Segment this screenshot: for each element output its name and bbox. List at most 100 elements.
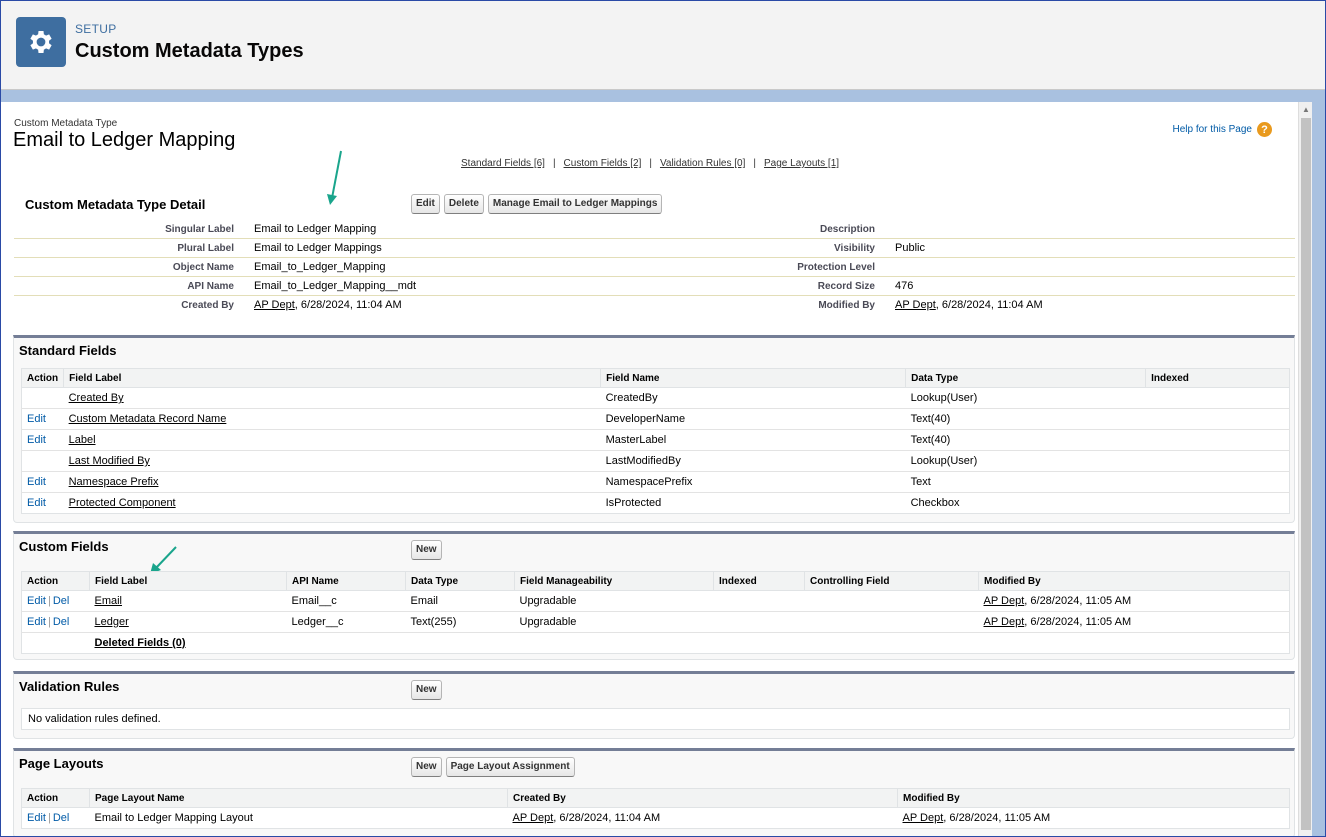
edit-link[interactable]: Edit — [27, 434, 46, 446]
detail-row: Object Name Email_to_Ledger_Mapping Prot… — [14, 258, 1295, 277]
table-row: Created By CreatedBy Lookup(User) — [21, 387, 1290, 409]
indexed-cell — [1145, 429, 1290, 451]
column-header: Data Type — [405, 571, 515, 591]
help-link[interactable]: Help for this Page ? — [1173, 122, 1272, 137]
delete-button[interactable]: Delete — [443, 194, 484, 214]
created-by-user-link[interactable]: AP Dept — [254, 299, 295, 311]
link-page-layouts[interactable]: Page Layouts [1] — [764, 158, 839, 169]
field-name-cell: CreatedBy — [600, 387, 906, 409]
deleted-fields-link[interactable]: Deleted Fields (0) — [95, 637, 186, 649]
edit-link[interactable]: Edit — [27, 616, 46, 628]
field-label-cell: Last Modified By — [63, 450, 601, 472]
table-header-row: Action Page Layout Name Created By Modif… — [21, 788, 1290, 808]
setup-label[interactable]: SETUP — [75, 22, 117, 36]
delete-link[interactable]: Del — [53, 812, 70, 824]
field-label-link[interactable]: Created By — [69, 392, 124, 404]
detail-row: API Name Email_to_Ledger_Mapping__mdt Re… — [14, 277, 1295, 296]
action-cell: Edit — [22, 493, 64, 514]
detail-row: Created By AP Dept, 6/28/2024, 11:04 AM … — [14, 296, 1295, 315]
field-label-link[interactable]: Protected Component — [69, 497, 176, 509]
indexed-cell — [1145, 471, 1290, 493]
created-by-cell: AP Dept, 6/28/2024, 11:04 AM — [508, 808, 898, 829]
modified-by-user-link[interactable]: AP Dept — [895, 299, 936, 311]
column-header: Action — [20, 368, 65, 388]
scroll-thumb[interactable] — [1301, 118, 1311, 830]
modified-by-user-link[interactable]: AP Dept — [903, 812, 944, 824]
table-row: Edit | Del Email Email__c Email Upgradable… — [21, 590, 1290, 612]
column-header: Indexed — [713, 571, 805, 591]
page-layouts-buttons: New Page Layout Assignment — [411, 757, 575, 777]
modified-date: , 6/28/2024, 11:05 AM — [943, 812, 1051, 824]
edit-link[interactable]: Edit — [27, 497, 46, 509]
created-by-date: , 6/28/2024, 11:04 AM — [294, 299, 402, 311]
link-custom-fields[interactable]: Custom Fields [2] — [564, 158, 642, 169]
indexed-cell — [1145, 387, 1290, 409]
detail-row: Singular Label Email to Ledger Mapping D… — [14, 220, 1295, 239]
column-header: Action — [21, 571, 90, 591]
help-label[interactable]: Help for this Page — [1173, 124, 1253, 135]
detail-value: Email_to_Ledger_Mapping — [254, 261, 386, 273]
scroll-up-icon[interactable]: ▲ — [1302, 105, 1310, 114]
edit-link[interactable]: Edit — [27, 812, 46, 824]
standard-fields-table: Action Field Label Field Name Data Type … — [20, 368, 1290, 514]
page-type-label: Custom Metadata Type — [14, 118, 118, 129]
validation-rules-title: Validation Rules — [19, 679, 120, 694]
modified-by-user-link[interactable]: AP Dept — [984, 616, 1025, 628]
action-cell: Edit — [21, 471, 64, 493]
field-label-link[interactable]: Namespace Prefix — [69, 476, 159, 488]
table-row: Last Modified By LastModifiedBy Lookup(U… — [21, 450, 1290, 472]
edit-link[interactable]: Edit — [27, 595, 46, 607]
manageability-cell: Upgradable — [514, 590, 714, 612]
delete-link[interactable]: Del — [53, 616, 70, 628]
column-header: Created By — [507, 788, 898, 808]
edit-link[interactable]: Edit — [27, 413, 46, 425]
detail-label: Visibility — [834, 243, 875, 254]
indexed-cell — [1146, 493, 1290, 514]
action-cell: Edit — [21, 429, 64, 451]
field-label-cell: Label — [63, 429, 601, 451]
vertical-scrollbar[interactable]: ▲ — [1298, 102, 1312, 836]
related-links: Standard Fields [6] | Custom Fields [2] | Va… — [461, 158, 840, 169]
delete-link[interactable]: Del — [53, 595, 70, 607]
data-type-cell: Email — [405, 590, 515, 612]
created-by-label: Created By — [181, 300, 234, 311]
action-cell: Edit — [21, 408, 64, 430]
field-name-cell: IsProtected — [605, 497, 662, 509]
app-frame: SETUP Custom Metadata Types ▲ Custom Met… — [0, 0, 1326, 837]
help-icon[interactable]: ? — [1257, 122, 1272, 137]
no-validation-rules-text: No validation rules defined. — [21, 708, 1290, 730]
page-content: Custom Metadata Type Email to Ledger Map… — [6, 102, 1298, 836]
modified-by-user-link[interactable]: AP Dept — [984, 595, 1025, 607]
new-custom-field-button[interactable]: New — [411, 540, 442, 560]
edit-link[interactable]: Edit — [27, 476, 46, 488]
data-type-cell: Text(40) — [905, 408, 1146, 430]
field-label-link[interactable]: Custom Metadata Record Name — [69, 413, 227, 425]
field-label-link[interactable]: Label — [69, 434, 96, 446]
detail-label: Description — [819, 224, 875, 235]
link-validation-rules[interactable]: Validation Rules [0] — [660, 158, 745, 169]
column-header: API Name — [286, 571, 406, 591]
new-page-layout-button[interactable]: New — [411, 757, 442, 777]
field-label-link[interactable]: Last Modified By — [69, 455, 150, 467]
link-standard-fields[interactable]: Standard Fields [6] — [461, 158, 545, 169]
table-row: Edit Custom Metadata Record Name Develop… — [21, 408, 1290, 430]
edit-button[interactable]: Edit — [411, 194, 440, 214]
field-label-link[interactable]: Ledger — [95, 616, 129, 628]
manage-records-button[interactable]: Manage Email to Ledger Mappings — [487, 194, 663, 214]
field-name-cell: MasterLabel — [600, 429, 906, 451]
setup-header: SETUP Custom Metadata Types — [1, 1, 1325, 90]
detail-value: Public — [895, 242, 925, 254]
api-name-cell: Email__c — [286, 590, 406, 612]
controlling-field-cell — [804, 590, 979, 612]
modified-by-cell: AP Dept, 6/28/2024, 11:05 AM — [898, 808, 1290, 829]
detail-buttons: Edit Delete Manage Email to Ledger Mappi… — [411, 194, 663, 214]
field-label-link[interactable]: Email — [95, 595, 123, 607]
new-validation-rule-button[interactable]: New — [411, 680, 442, 700]
data-type-cell: Lookup(User) — [905, 387, 1146, 409]
table-row: Edit | Del Ledger Ledger__c Text(255) Upgr… — [21, 611, 1290, 633]
column-header: Action — [21, 788, 90, 808]
header-title: Custom Metadata Types — [75, 40, 304, 62]
page-layout-assignment-button[interactable]: Page Layout Assignment — [445, 757, 575, 777]
detail-heading: Custom Metadata Type Detail — [25, 197, 206, 212]
created-by-user-link[interactable]: AP Dept — [513, 812, 554, 824]
